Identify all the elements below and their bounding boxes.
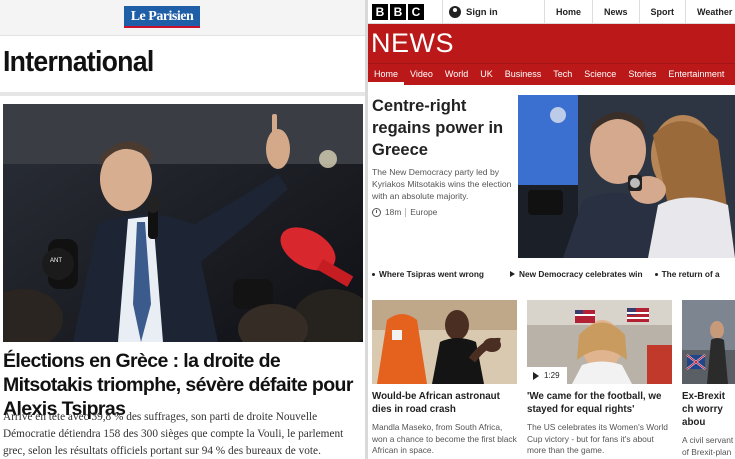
story-card-title[interactable]: 'We came for the football, we stayed for… [527, 390, 672, 416]
lead-story-time: 18m [385, 207, 402, 217]
news-nav: Home Video World UK Business Tech Scienc… [368, 63, 735, 85]
story-card-title[interactable]: Ex-Brexit ch worry abou [682, 390, 735, 429]
bbc-logo-letter: B [390, 4, 406, 20]
news-nav-entertainment[interactable]: Entertainment [662, 64, 730, 85]
story-card-image[interactable]: 1:29 [527, 300, 672, 384]
article-photo[interactable]: ANT [3, 104, 363, 342]
related-link[interactable]: Where Tsipras went wrong [372, 267, 484, 281]
news-banner: NEWS Home Video World UK Business Tech S… [368, 24, 735, 85]
global-nav-news[interactable]: News [592, 0, 639, 24]
sign-in-link[interactable]: Sign in [442, 0, 542, 24]
clock-icon [372, 207, 381, 217]
news-nav-uk[interactable]: UK [474, 64, 499, 85]
news-nav-video[interactable]: Video [404, 64, 439, 85]
news-nav-world[interactable]: World [439, 64, 474, 85]
related-link-label: The return of a [661, 269, 720, 279]
news-nav-home[interactable]: Home [368, 64, 405, 85]
related-link-label: New Democracy celebrates win [518, 269, 643, 279]
embrace-photo [518, 95, 735, 258]
play-icon [509, 271, 515, 277]
bbc-panel: B B C Sign in Home News Sport Weather NE… [368, 0, 735, 459]
global-nav-home[interactable]: Home [544, 0, 592, 24]
lead-story-tag[interactable]: Europe [410, 207, 437, 217]
astronaut-photo [372, 300, 517, 384]
politician-speech-photo: ANT [3, 104, 363, 342]
bbc-logo-letter: B [372, 4, 388, 20]
video-duration-badge: 1:29 [527, 367, 567, 384]
parisien-header-bar: Le Parisien [0, 0, 365, 36]
bbc-logo[interactable]: B B C [372, 4, 424, 20]
story-card-image[interactable] [682, 300, 735, 384]
parisien-panel: Le Parisien International ANT Élections … [0, 0, 365, 459]
story-card-image[interactable] [372, 300, 517, 384]
related-link-label: Where Tsipras went wrong [379, 269, 484, 279]
lead-story-summary: The New Democracy party led by Kyriakos … [372, 167, 512, 201]
news-nav-business[interactable]: Business [499, 64, 548, 85]
story-card-summary: The US celebrates its Women's World Cup … [527, 422, 668, 455]
story-card-summary: A civil servant of Brexit-plan dea finds [682, 435, 734, 459]
bullet-icon [372, 272, 375, 276]
svg-text:ANT: ANT [50, 258, 62, 264]
global-nav: Home News Sport Weather [544, 0, 735, 24]
related-link[interactable]: The return of a [654, 267, 720, 281]
article-lead-text: Arrivé en tête avec 39,8 % des suffrages… [3, 411, 344, 457]
related-link[interactable]: New Democracy celebrates win [509, 267, 643, 281]
bullet-icon [654, 272, 658, 276]
news-wordmark[interactable]: NEWS [371, 28, 454, 59]
user-icon [449, 6, 461, 18]
global-nav-sport[interactable]: Sport [638, 0, 686, 24]
news-nav-tech[interactable]: Tech [547, 64, 578, 85]
lead-story-title[interactable]: Centre-right regains power in Greece [372, 95, 512, 161]
brexit-protest-photo [682, 300, 735, 384]
news-nav-stories[interactable]: Stories [622, 64, 662, 85]
story-card[interactable]: 1:29 'We came for the football, we staye… [527, 300, 672, 459]
related-links: Where Tsipras went wrong New Democracy c… [368, 267, 735, 281]
story-card-summary: Mandla Maseko, from South Africa, won a … [372, 422, 517, 455]
sign-in-label: Sign in [466, 6, 498, 18]
play-icon [533, 371, 539, 380]
news-nav-science[interactable]: Science [578, 64, 622, 85]
lead-story-meta: 18m Europe [372, 207, 437, 217]
section-divider [0, 92, 365, 96]
bbc-top-bar: B B C Sign in Home News Sport Weather [368, 0, 735, 24]
lead-story-photo[interactable] [518, 95, 735, 258]
story-card-title[interactable]: Would-be African astronaut dies in road … [372, 390, 517, 416]
parisien-logo[interactable]: Le Parisien [124, 6, 200, 28]
global-nav-weather[interactable]: Weather [685, 0, 735, 24]
meta-separator [405, 207, 407, 217]
bbc-logo-letter: C [408, 4, 424, 20]
story-card[interactable]: Ex-Brexit ch worry abou A civil servant … [682, 300, 735, 459]
section-title: International [3, 46, 154, 78]
video-duration: 1:29 [544, 371, 560, 380]
story-card[interactable]: Would-be African astronaut dies in road … [372, 300, 517, 459]
